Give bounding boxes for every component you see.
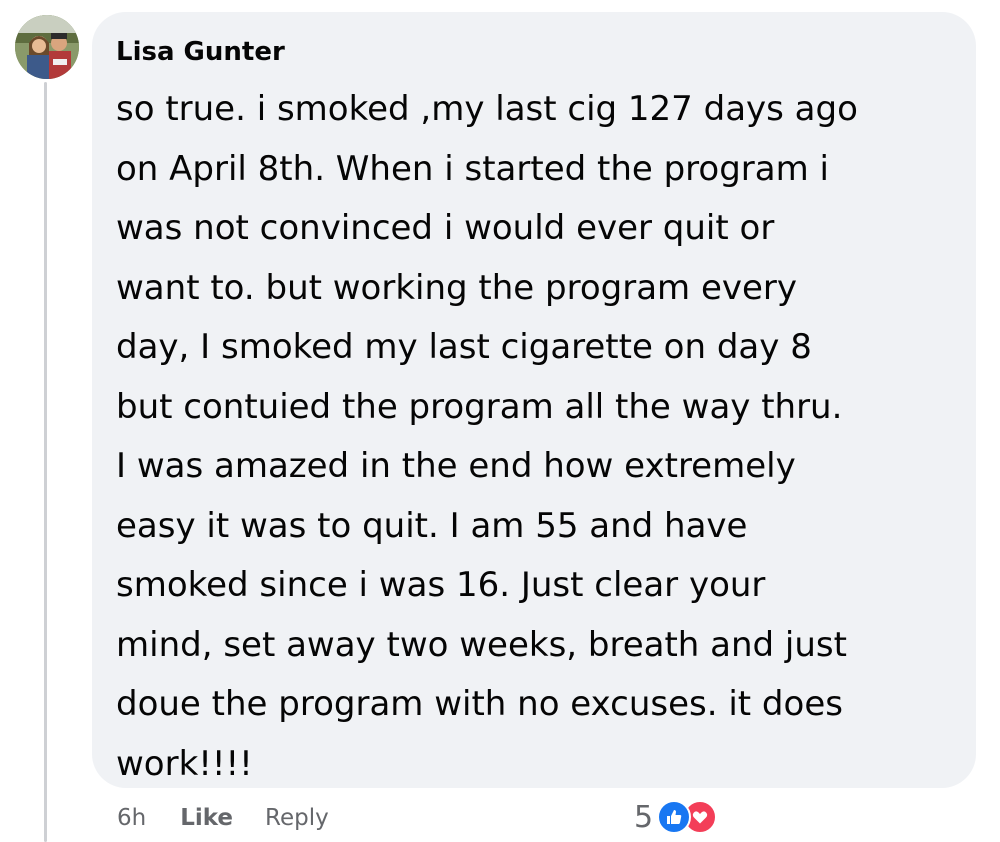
comment-line: work!!!!	[116, 743, 253, 784]
comment-line: day, I smoked my last cigarette on day 8	[116, 327, 812, 367]
comment-bubble: Lisa Gunter so true. i smoked ,my last c…	[92, 12, 976, 788]
thread-line	[44, 82, 47, 842]
comment-text: so true. i smoked ,my last cig 127 days …	[116, 80, 956, 794]
like-icon	[657, 800, 692, 834]
comment-line: I was amazed in the end how extremely	[116, 446, 796, 486]
avatar-photo	[15, 15, 79, 79]
comment-line: mind, set away two weeks, breath and jus…	[116, 624, 847, 665]
timestamp[interactable]: 6h	[117, 805, 146, 831]
comment-line: so true. i smoked ,my last cig 127 days …	[116, 89, 858, 129]
comment-actions: 6h Like Reply	[117, 798, 361, 838]
comment-line: easy it was to quit. I am 55 and have	[116, 505, 748, 546]
comment-line: want to. but working the program every	[116, 267, 798, 308]
reaction-summary[interactable]: 5	[634, 795, 718, 839]
reply-button[interactable]: Reply	[265, 805, 329, 831]
reaction-count: 5	[634, 799, 654, 835]
like-button[interactable]: Like	[180, 805, 233, 831]
comment-line: doue the program with no excuses. it doe…	[116, 684, 843, 724]
comment: Lisa Gunter so true. i smoked ,my last c…	[0, 0, 1000, 842]
comment-line: but contuied the program all the way thr…	[116, 386, 843, 427]
comment-line: smoked since i was 16. Just clear your	[116, 565, 766, 605]
comment-line: on April 8th. When i started the program…	[116, 148, 829, 189]
avatar[interactable]	[15, 15, 79, 79]
comment-author[interactable]: Lisa Gunter	[116, 34, 952, 70]
comment-line: was not convinced i would ever quit or	[116, 208, 775, 248]
